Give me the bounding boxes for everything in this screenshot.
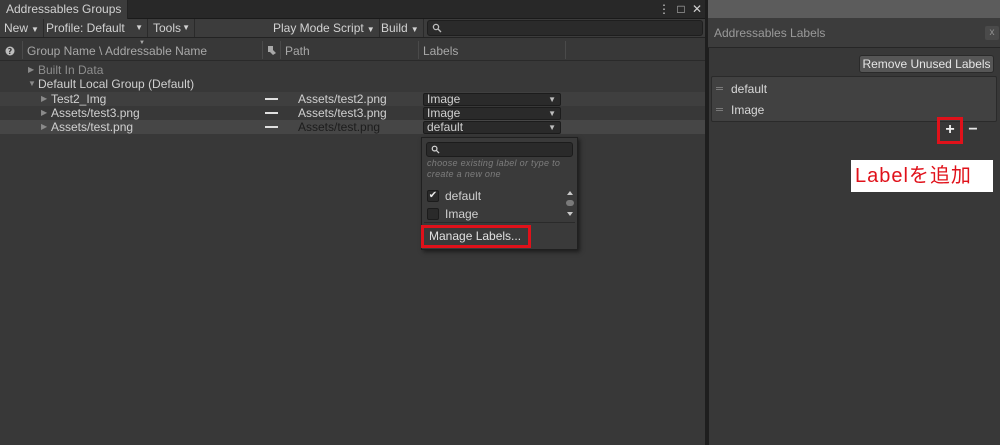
profile-dropdown[interactable]: Profile: Default ▼ (42, 19, 148, 37)
addressables-groups-window: Addressables Groups ⋮ □ ✕ New ▼ Profile: … (0, 0, 705, 445)
remove-unused-labels-button[interactable]: Remove Unused Labels (859, 55, 994, 73)
chevron-down-icon: ▼ (410, 25, 419, 34)
column-separator[interactable] (280, 41, 281, 59)
chevron-down-icon: ▼ (548, 95, 556, 104)
chevron-down-icon: ▼ (135, 23, 143, 32)
table-row[interactable]: ▶ Test2_Img Assets/test2.png Image ▼ (0, 92, 705, 106)
close-icon[interactable]: x (985, 26, 999, 40)
row-name: Assets/test3.png (51, 106, 140, 120)
address-dash-icon (265, 126, 278, 128)
play-mode-script-dropdown[interactable]: Play Mode Script ▼ (269, 19, 380, 37)
column-separator[interactable] (262, 41, 263, 59)
column-header: ? ▼ Group Name \ Addressable Name Path L… (0, 39, 705, 61)
popup-scrollbar[interactable] (565, 190, 575, 220)
row-path: Assets/test.png (298, 120, 381, 134)
more-options-icon[interactable]: ⋮ (657, 2, 671, 16)
row-name: Test2_Img (51, 92, 107, 106)
row-name: Default Local Group (Default) (38, 77, 195, 91)
chevron-down-icon: ▼ (182, 23, 190, 32)
column-separator[interactable] (565, 41, 566, 59)
drag-handle-icon[interactable] (716, 108, 723, 109)
popup-option-label: Image (445, 207, 479, 221)
table-row[interactable]: ▶ Assets/test.png Assets/test.png defaul… (0, 120, 705, 134)
group-name-column-header[interactable]: Group Name \ Addressable Name (27, 39, 207, 61)
collapse-triangle-icon[interactable]: ▼ (28, 77, 36, 91)
profile-label: Profile: Default (46, 21, 125, 35)
address-icon (268, 46, 276, 55)
labels-dropdown[interactable]: Image ▼ (423, 107, 561, 120)
manage-labels-button[interactable]: Manage Labels... (421, 225, 531, 248)
labels-window-title: Addressables Labels (714, 26, 826, 40)
help-icon[interactable]: ? (5, 46, 15, 56)
labels-list: default Image (711, 76, 997, 122)
add-label-annotation: Labelを追加 (851, 160, 993, 192)
table-row[interactable]: ▼ Default Local Group (Default) (0, 77, 705, 91)
remove-label-button[interactable]: − (964, 120, 982, 141)
table-row[interactable]: ▶ Assets/test3.png Assets/test3.png Imag… (0, 106, 705, 120)
drag-handle-icon[interactable] (716, 87, 723, 88)
tools-label: Tools (153, 21, 182, 35)
column-separator[interactable] (418, 41, 419, 59)
groups-tab[interactable]: Addressables Groups (0, 0, 129, 19)
labels-title-bar: Addressables Labels x (708, 18, 1000, 48)
popup-option-label: default (445, 189, 482, 203)
popup-hint: choose existing label or type to create … (427, 158, 561, 179)
labels-column-header[interactable]: Labels (423, 39, 458, 61)
address-dash-icon (265, 98, 278, 100)
chevron-down-icon: ▼ (548, 123, 556, 132)
maximize-icon[interactable]: □ (674, 2, 688, 16)
build-menu-button[interactable]: Build ▼ (377, 19, 424, 37)
new-menu-button[interactable]: New ▼ (0, 19, 44, 37)
tools-menu-button[interactable]: Tools ▼ (149, 19, 195, 37)
search-icon (432, 23, 442, 33)
popup-search-input[interactable] (426, 142, 573, 157)
groups-title-bar: Addressables Groups ⋮ □ ✕ (0, 0, 705, 19)
new-label: New (4, 21, 29, 35)
path-column-header[interactable]: Path (285, 39, 310, 61)
add-label-button[interactable]: + (940, 120, 960, 141)
list-item[interactable]: default (712, 79, 998, 99)
build-label: Build (381, 21, 408, 35)
play-mode-label: Play Mode Script (273, 21, 364, 35)
labels-dropdown-value: Image (427, 92, 461, 106)
row-path: Assets/test2.png (298, 92, 387, 106)
close-icon[interactable]: ✕ (690, 2, 704, 16)
chevron-down-icon: ▼ (548, 109, 556, 118)
chevron-down-icon: ▼ (31, 25, 39, 34)
svg-text:?: ? (8, 47, 13, 56)
addressables-labels-window: Addressables Labels x Remove Unused Labe… (708, 0, 1000, 445)
row-name: Assets/test.png (51, 120, 134, 134)
label-name: default (731, 82, 768, 96)
labels-dropdown-value: Image (427, 106, 461, 120)
popup-divider (424, 222, 575, 223)
labels-dropdown[interactable]: Image ▼ (423, 93, 561, 106)
search-icon (431, 145, 440, 154)
column-separator[interactable] (22, 41, 23, 59)
table-row[interactable]: ▶ Built In Data (0, 63, 705, 77)
groups-toolbar: New ▼ Profile: Default ▼ Tools ▼ Play Mode … (0, 19, 705, 38)
row-path: Assets/test3.png (298, 106, 387, 120)
checked-checkbox-icon[interactable]: ✔ (427, 190, 439, 202)
expand-triangle-icon[interactable]: ▶ (41, 106, 47, 120)
groups-search-input[interactable] (427, 20, 703, 36)
address-dash-icon (265, 112, 278, 114)
label-name: Image (731, 103, 765, 117)
expand-triangle-icon[interactable]: ▶ (28, 63, 34, 77)
labels-dropdown-value: default (427, 120, 464, 134)
row-name: Built In Data (38, 63, 104, 77)
chevron-down-icon: ▼ (366, 25, 375, 34)
unchecked-checkbox-icon[interactable] (427, 208, 439, 220)
labels-dropdown[interactable]: default ▼ (423, 121, 561, 134)
expand-triangle-icon[interactable]: ▶ (41, 92, 47, 106)
expand-triangle-icon[interactable]: ▶ (41, 120, 47, 134)
